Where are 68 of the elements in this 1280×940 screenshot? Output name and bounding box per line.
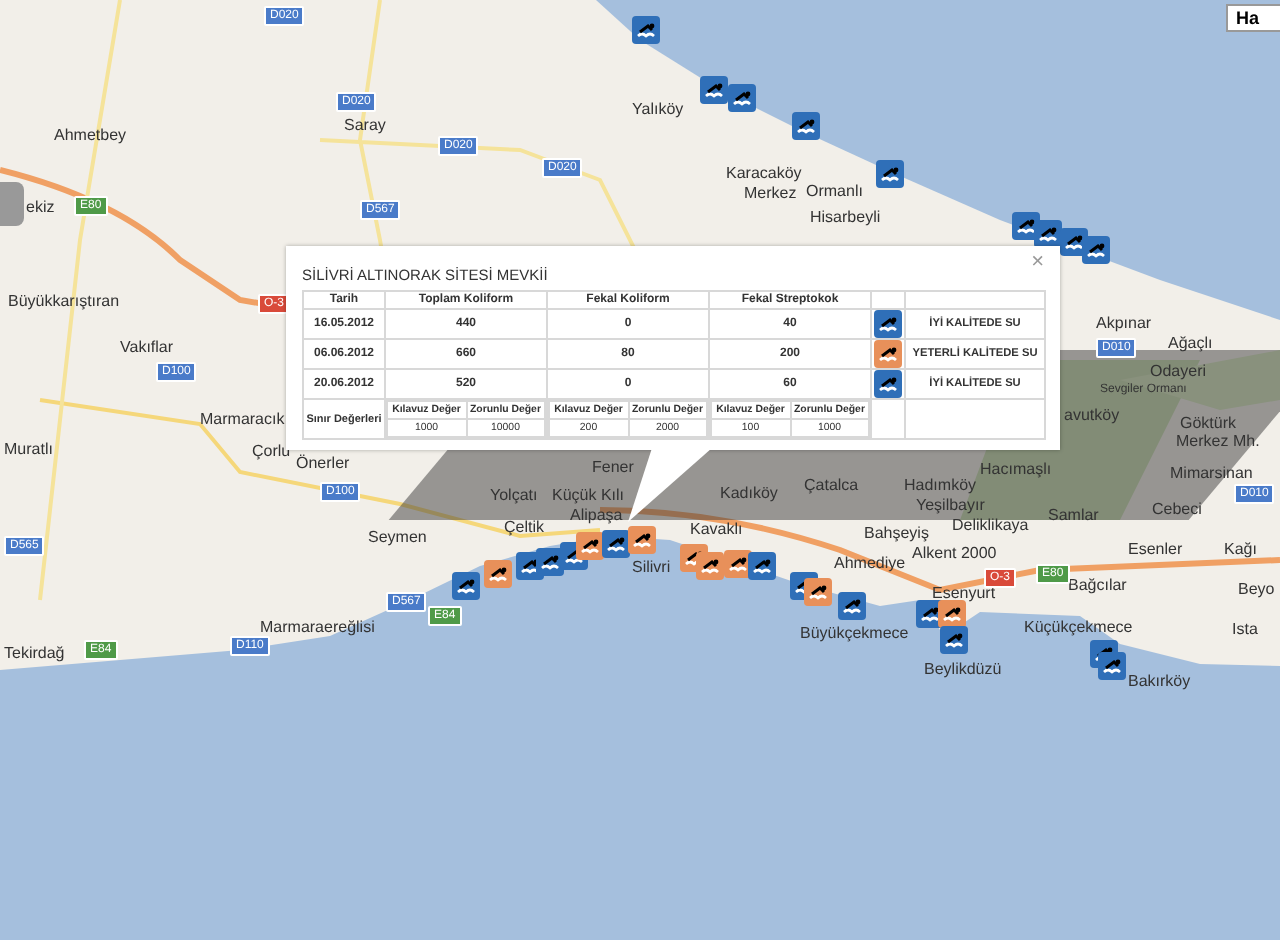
beach-marker[interactable]	[938, 600, 966, 628]
place-label: Karacaköy	[726, 164, 802, 184]
place-label: Odayeri	[1150, 362, 1207, 382]
place-label: Ormanlı	[806, 182, 863, 202]
place-label: Seymen	[368, 528, 427, 548]
place-label: Muratlı	[4, 440, 53, 460]
place-label: Fener	[592, 458, 634, 478]
place-label: Önerler	[296, 454, 350, 474]
beach-marker[interactable]	[576, 532, 604, 560]
beach-marker[interactable]	[452, 572, 480, 600]
place-label: Küçükçekmece	[1024, 618, 1133, 638]
place-label: Kadıköy	[720, 484, 778, 504]
place-label: Hisarbeyli	[810, 208, 881, 228]
place-label: Alkent 2000	[912, 544, 997, 564]
place-label: Cebeci	[1152, 500, 1202, 520]
place-label: Beyo	[1238, 580, 1275, 600]
map-type-button[interactable]: Ha	[1226, 4, 1280, 32]
beach-marker[interactable]	[696, 552, 724, 580]
beach-marker[interactable]	[748, 552, 776, 580]
place-label: Hacımaşlı	[980, 460, 1052, 480]
place-label: Yalıköy	[632, 100, 684, 120]
place-label: Bağcılar	[1068, 576, 1127, 596]
beach-marker[interactable]	[1098, 652, 1126, 680]
place-label: Vakıflar	[120, 338, 174, 358]
beach-marker[interactable]	[602, 530, 630, 558]
place-label: Çeltik	[504, 518, 545, 538]
place-label: Yolçatı	[490, 486, 538, 506]
place-label: ekiz	[26, 198, 55, 218]
place-label: Akpınar	[1096, 314, 1152, 334]
place-label: Kağı	[1224, 540, 1257, 560]
place-label: Göktürk	[1180, 414, 1237, 434]
place-label: Saray	[344, 116, 386, 136]
place-label: Bakırköy	[1128, 672, 1191, 692]
place-label: Silivri	[632, 558, 671, 578]
place-label: Ahmetbey	[54, 126, 127, 146]
place-label: Merkez	[744, 184, 797, 204]
place-label: avutköy	[1064, 406, 1120, 426]
beach-marker[interactable]	[628, 526, 656, 554]
place-label: Yeşilbayır	[916, 496, 985, 516]
place-label: Esenler	[1128, 540, 1183, 560]
beach-marker[interactable]	[700, 76, 728, 104]
place-label: Büyükkarıştıran	[8, 292, 120, 312]
place-label: Ağaçlı	[1168, 334, 1213, 354]
place-label: Marmaracık	[200, 410, 285, 430]
place-label: Alipaşa	[570, 506, 623, 526]
place-label: Küçük Kılı	[552, 486, 625, 506]
place-label: Kavaklı	[690, 520, 743, 540]
place-label: Tekirdağ	[4, 644, 65, 664]
place-label: Çorlu	[252, 442, 291, 462]
beach-marker[interactable]	[838, 592, 866, 620]
place-label: Esenyurt	[932, 584, 996, 604]
beach-marker[interactable]	[1082, 236, 1110, 264]
beach-marker[interactable]	[632, 16, 660, 44]
place-label: Ista	[1232, 620, 1258, 640]
beach-marker[interactable]	[940, 626, 968, 654]
place-label: Büyükçekmece	[800, 624, 909, 644]
beach-marker[interactable]	[792, 112, 820, 140]
beach-marker[interactable]	[804, 578, 832, 606]
place-label: Çatalca	[804, 476, 859, 496]
beach-marker[interactable]	[728, 84, 756, 112]
place-label: Hadımköy	[904, 476, 977, 496]
place-label: Beylikdüzü	[924, 660, 1002, 680]
place-label: Deliklikaya	[952, 516, 1029, 536]
place-label: Samlar	[1048, 506, 1099, 526]
place-label: Marmaraereğlisi	[260, 618, 375, 638]
beach-marker[interactable]	[876, 160, 904, 188]
beach-marker[interactable]	[484, 560, 512, 588]
place-label: Bahşeyiş	[864, 524, 929, 544]
